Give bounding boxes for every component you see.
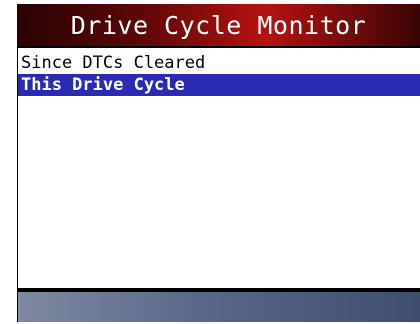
menu-item-since-dtcs-cleared[interactable]: Since DTCs Cleared	[18, 52, 420, 74]
menu-list: Since DTCs Cleared This Drive Cycle	[18, 48, 420, 288]
menu-item-this-drive-cycle[interactable]: This Drive Cycle	[18, 74, 420, 96]
page-title: Drive Cycle Monitor	[70, 10, 367, 40]
title-bar: Drive Cycle Monitor	[17, 4, 420, 46]
status-bar	[18, 292, 420, 322]
scan-tool-screen: Drive Cycle Monitor Since DTCs Cleared T…	[17, 4, 420, 322]
